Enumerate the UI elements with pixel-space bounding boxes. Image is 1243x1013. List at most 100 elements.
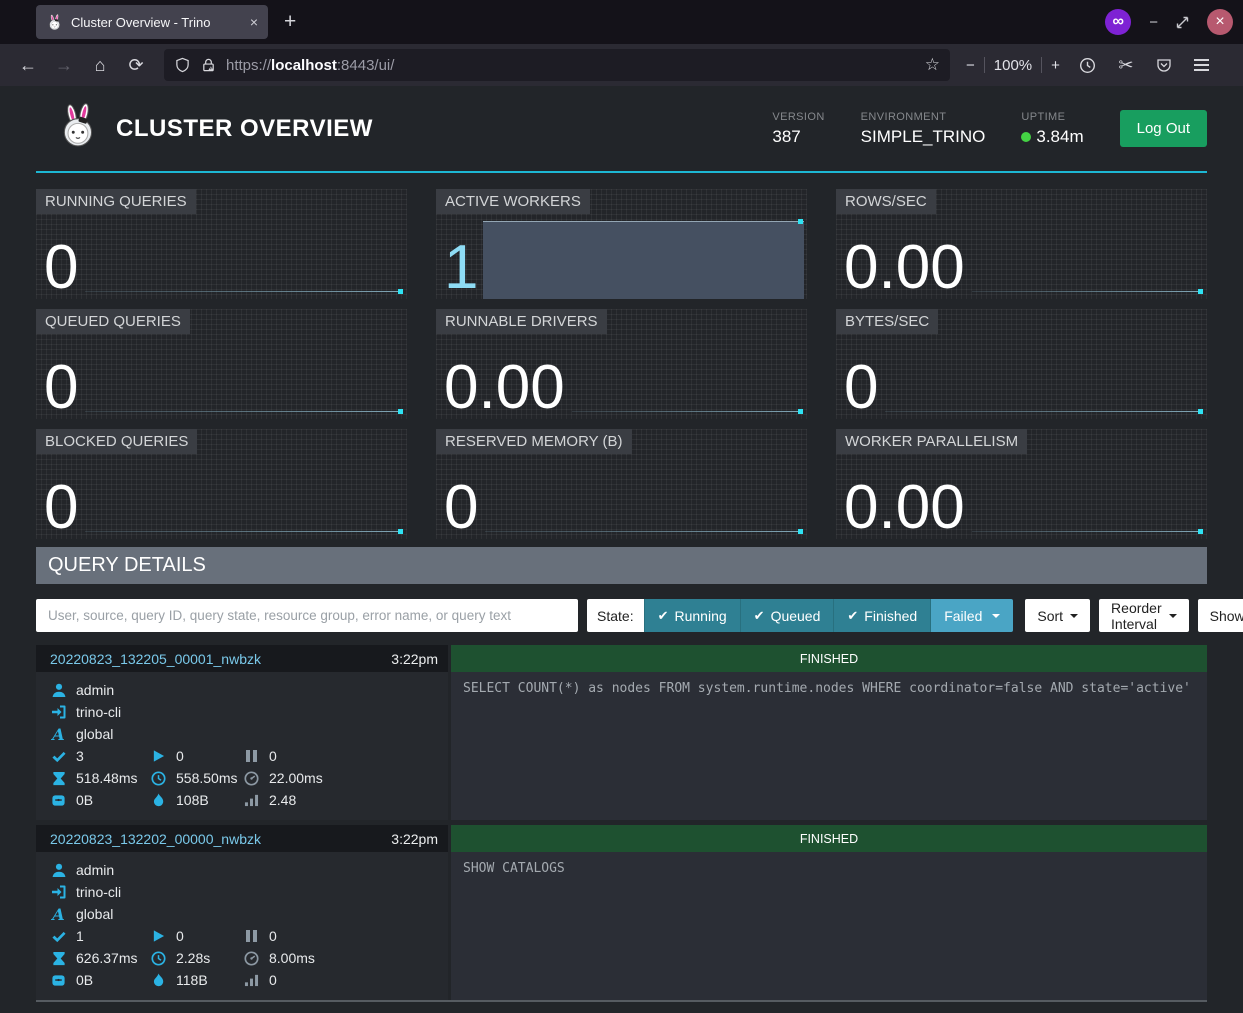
resource-group-icon: A: [50, 726, 67, 743]
peak-memory-icon: [150, 972, 167, 989]
tab-close-icon[interactable]: ×: [250, 14, 258, 30]
state-filter-group: State: ✔ Running ✔ Queued ✔ Finished Fai…: [587, 599, 1013, 632]
filter-running-button[interactable]: ✔ Running: [644, 599, 740, 632]
query-search-input[interactable]: [36, 599, 578, 632]
stat-tile-queued-queries: QUEUED QUERIES 0: [36, 309, 407, 419]
window-close-button[interactable]: ×: [1207, 9, 1233, 35]
back-button[interactable]: ←: [12, 50, 44, 80]
pocket-icon[interactable]: [1148, 50, 1180, 80]
sparkline: [883, 334, 1204, 419]
chevron-down-icon: [1070, 614, 1078, 618]
cluster-header: CLUSTER OVERVIEW VERSION 387 ENVIRONMENT…: [36, 86, 1207, 173]
query-stats: admin trino-cli A global 1 0 0 626.37ms: [36, 852, 448, 1000]
sparkline-filled: [483, 214, 804, 299]
check-icon: ✔: [754, 608, 765, 624]
environment-stat: ENVIRONMENT SIMPLE_TRINO: [861, 111, 986, 147]
tab-title: Cluster Overview - Trino: [71, 15, 242, 30]
wall-time-icon: [50, 950, 67, 967]
new-tab-button[interactable]: +: [284, 10, 296, 34]
zoom-level[interactable]: 100%: [994, 57, 1032, 74]
stat-tile-blocked-queries: BLOCKED QUERIES 0: [36, 429, 407, 539]
sort-dropdown[interactable]: Sort: [1025, 599, 1090, 632]
browser-titlebar: Cluster Overview - Trino × + ∞ − ×: [0, 0, 1243, 44]
chevron-down-icon: [992, 614, 1000, 618]
url-bar[interactable]: https://localhost:8443/ui/ ☆: [164, 49, 950, 81]
bookmark-star-icon[interactable]: ☆: [925, 55, 940, 75]
version-stat: VERSION 387: [772, 111, 824, 147]
query-details-header: QUERY DETAILS: [36, 547, 1207, 584]
stat-tile-runnable-drivers: RUNNABLE DRIVERS 0.00: [436, 309, 807, 419]
uptime-status-dot: [1021, 132, 1031, 142]
check-icon: ✔: [658, 608, 669, 624]
sparkline: [483, 454, 804, 539]
query-time: 3:22pm: [391, 831, 438, 847]
history-clock-icon[interactable]: [1072, 50, 1104, 80]
user-icon: [50, 862, 67, 879]
home-button[interactable]: ⌂: [84, 50, 116, 80]
uptime-stat: UPTIME 3.84m: [1021, 111, 1083, 147]
sparkline: [83, 214, 404, 299]
cpu-time-icon: [243, 950, 260, 967]
stat-tile-running-queries: RUNNING QUERIES 0: [36, 189, 407, 299]
queued-splits-icon: [243, 928, 260, 945]
filter-queued-button[interactable]: ✔ Queued: [740, 599, 834, 632]
cluster-stats-grid: RUNNING QUERIES 0 ACTIVE WORKERS 1 ROWS/…: [36, 189, 1207, 539]
zoom-in-button[interactable]: +: [1051, 57, 1060, 74]
query-header: 20220823_132205_00001_nwbzk 3:22pm: [36, 645, 448, 672]
show-dropdown[interactable]: Show: [1198, 599, 1243, 632]
current-memory-icon: [50, 792, 67, 809]
stat-tile-rows-sec: ROWS/SEC 0.00: [836, 189, 1207, 299]
window-restore-button[interactable]: [1176, 16, 1189, 29]
separator: [984, 57, 985, 73]
filter-failed-dropdown[interactable]: Failed: [930, 599, 1013, 632]
query-time: 3:22pm: [391, 651, 438, 667]
sparkline: [970, 214, 1204, 299]
logout-button[interactable]: Log Out: [1120, 110, 1207, 147]
url-text[interactable]: https://localhost:8443/ui/: [226, 57, 916, 74]
stat-tile-worker-parallelism: WORKER PARALLELISM 0.00: [836, 429, 1207, 539]
menu-hamburger-icon[interactable]: [1186, 50, 1218, 80]
forward-button[interactable]: →: [48, 50, 80, 80]
trino-logo-icon: [58, 103, 100, 154]
sparkline: [970, 454, 1204, 539]
sparkline: [83, 454, 404, 539]
query-sql-text: SHOW CATALOGS: [451, 852, 1207, 1000]
running-splits-icon: [150, 748, 167, 765]
lock-warning-icon[interactable]: [200, 57, 217, 74]
private-browsing-icon: ∞: [1105, 9, 1131, 35]
query-status-badge: FINISHED: [451, 825, 1207, 852]
elapsed-time-icon: [150, 770, 167, 787]
elapsed-time-icon: [150, 950, 167, 967]
window-minimize-button[interactable]: −: [1149, 14, 1158, 31]
query-row: 20220823_132205_00001_nwbzk 3:22pm admin…: [36, 645, 1207, 820]
stat-tile-reserved-memory: RESERVED MEMORY (B) 0: [436, 429, 807, 539]
query-sql-text: SELECT COUNT(*) as nodes FROM system.run…: [451, 672, 1207, 820]
query-toolbar: State: ✔ Running ✔ Queued ✔ Finished Fai…: [36, 599, 1207, 632]
zoom-out-button[interactable]: −: [966, 57, 975, 74]
reorder-interval-dropdown[interactable]: Reorder Interval: [1099, 599, 1189, 632]
queued-splits-icon: [243, 748, 260, 765]
query-header: 20220823_132202_00000_nwbzk 3:22pm: [36, 825, 448, 852]
source-icon: [50, 884, 67, 901]
chevron-down-icon: [1169, 614, 1177, 618]
cpu-time-icon: [243, 770, 260, 787]
query-id-link[interactable]: 20220823_132202_00000_nwbzk: [50, 831, 261, 847]
user-icon: [50, 682, 67, 699]
current-memory-icon: [50, 972, 67, 989]
list-bottom-divider: [36, 1000, 1207, 1002]
state-label: State:: [587, 599, 644, 632]
filter-finished-button[interactable]: ✔ Finished: [833, 599, 930, 632]
running-splits-icon: [150, 928, 167, 945]
separator: [1041, 57, 1042, 73]
screenshot-scissors-icon[interactable]: ✂: [1110, 50, 1142, 80]
completed-splits-icon: [50, 748, 67, 765]
query-list: 20220823_132205_00001_nwbzk 3:22pm admin…: [36, 645, 1207, 1002]
tracking-shield-icon[interactable]: [174, 57, 191, 74]
query-row: 20220823_132202_00000_nwbzk 3:22pm admin…: [36, 825, 1207, 1000]
query-id-link[interactable]: 20220823_132205_00001_nwbzk: [50, 651, 261, 667]
browser-tab[interactable]: Cluster Overview - Trino ×: [36, 5, 268, 39]
query-status-badge: FINISHED: [451, 645, 1207, 672]
reload-button[interactable]: ⟳: [120, 50, 152, 80]
page-title: CLUSTER OVERVIEW: [116, 115, 373, 143]
peak-memory-icon: [150, 792, 167, 809]
